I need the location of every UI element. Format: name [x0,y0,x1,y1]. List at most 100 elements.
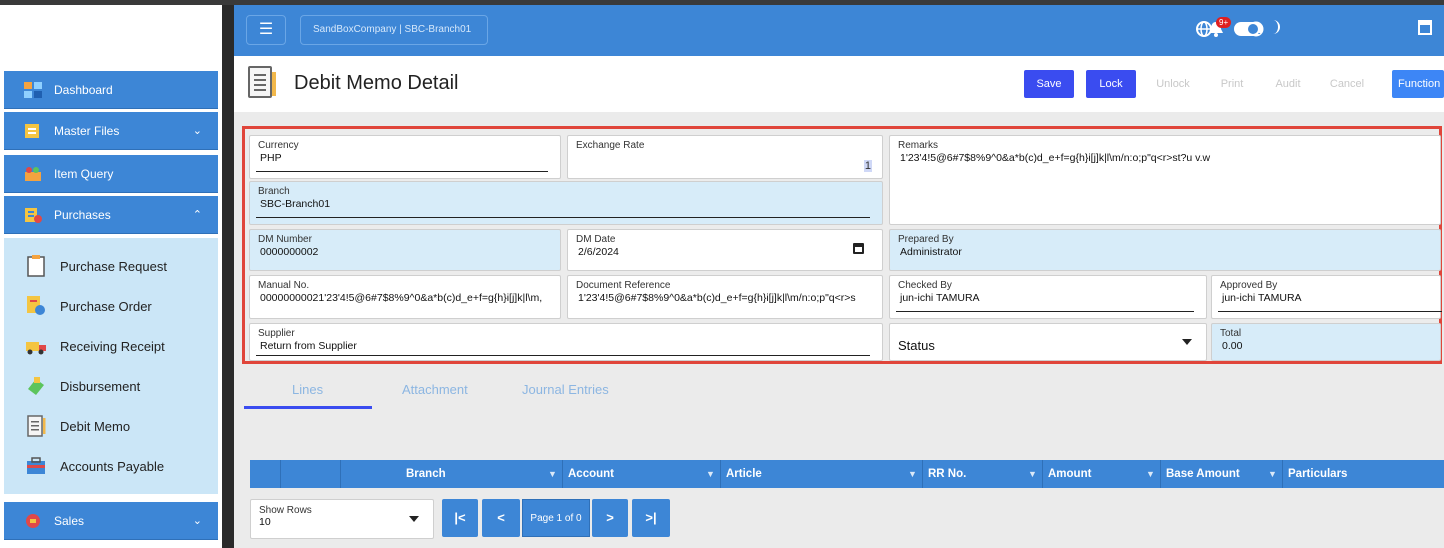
function-button[interactable]: Function [1392,70,1444,98]
tab-attachment[interactable]: Attachment [402,382,468,397]
currency-value: PHP [260,152,282,164]
filter-icon[interactable]: ▼ [1268,469,1277,479]
prepared-by-value: Administrator [900,246,962,258]
sidebar-subitem-purchase-request[interactable]: Purchase Request [4,246,218,286]
sidebar-subitem-accounts-payable[interactable]: Accounts Payable [4,446,218,486]
column-separator [340,460,341,488]
sidebar-subitem-receiving-receipt[interactable]: Receiving Receipt [4,326,218,366]
column-base-amount[interactable]: Base Amount [1166,460,1240,488]
purchase-request-icon [26,255,46,277]
sidebar-subitem-purchase-order[interactable]: Purchase Order [4,286,218,326]
theme-toggle[interactable] [1234,22,1260,36]
column-separator [922,460,923,488]
caret-down-icon [1182,339,1192,345]
sidebar-item-dashboard[interactable]: Dashboard [4,71,218,109]
lock-button[interactable]: Lock [1086,70,1136,98]
sidebar-subitem-label: Debit Memo [60,418,131,434]
field-label: Prepared By [898,234,954,245]
sidebar-item-label: Sales [54,513,85,528]
filter-icon[interactable]: ▼ [706,469,715,479]
sidebar-item-master-files[interactable]: Master Files ⌄ [4,112,218,150]
cancel-button[interactable]: Cancel [1322,70,1372,98]
top-bar: ☰ SandBoxCompany | SBC-Branch01 [234,5,1444,56]
menu-icon: ☰ [258,21,274,38]
column-separator [720,460,721,488]
lines-grid-header: Branch ▼ Account ▼ Article ▼ RR No. ▼ Am… [250,460,1444,488]
sidebar: Dashboard Master Files ⌄ Item Query Purc… [0,5,222,548]
sidebar-divider [222,5,234,548]
column-separator [1160,460,1161,488]
field-underline [256,355,870,356]
currency-field[interactable]: Currency PHP [249,135,561,179]
purchase-order-icon [26,295,46,317]
field-label: Exchange Rate [576,140,645,151]
sidebar-logo-area [0,5,222,71]
sidebar-subitem-label: Purchase Request [60,258,167,274]
tab-journal-entries[interactable]: Journal Entries [522,382,609,397]
prev-page-button[interactable]: < [482,499,520,537]
dm-date-field[interactable]: DM Date 2/6/2024 [567,229,883,271]
checked-by-value: jun-ichi TAMURA [900,292,980,304]
manual-no-field[interactable]: Manual No. 00000000021'23'4!5@6#7$8%9^0&… [249,275,561,319]
filter-icon[interactable]: ▼ [1028,469,1037,479]
field-label: Total [1220,328,1242,339]
column-rr-no[interactable]: RR No. [928,460,966,488]
moon-icon[interactable] [1268,19,1282,40]
supplier-field[interactable]: Supplier Return from Supplier [249,323,883,361]
last-page-button[interactable]: >| [632,499,670,537]
sidebar-item-label: Item Query [54,166,114,181]
sidebar-item-item-query[interactable]: Item Query [4,155,218,193]
notification-badge: 9+ [1216,17,1232,28]
show-rows-select[interactable]: Show Rows 10 [250,499,434,539]
field-label: Document Reference [576,280,671,291]
item-query-icon [24,166,42,182]
page-header: Debit Memo Detail Save Lock Unlock Print… [234,56,1444,112]
calendar-icon[interactable] [853,243,864,254]
column-particulars[interactable]: Particulars [1288,460,1347,488]
branch-field[interactable]: Branch SBC-Branch01 [249,181,883,225]
filter-icon[interactable]: ▼ [1146,469,1155,479]
page-info: Page 1 of 0 [522,499,590,537]
column-account[interactable]: Account [568,460,614,488]
approved-by-field[interactable]: Approved By jun-ichi TAMURA [1211,275,1442,319]
next-page-button[interactable]: > [592,499,628,537]
sidebar-item-sales[interactable]: Sales ⌄ [4,502,218,540]
field-label: Supplier [258,328,295,339]
filter-icon[interactable]: ▼ [548,469,557,479]
checked-by-field[interactable]: Checked By jun-ichi TAMURA [889,275,1207,319]
chevron-up-icon: ⌃ [192,209,202,221]
sidebar-subitem-disbursement[interactable]: Disbursement [4,366,218,406]
save-button[interactable]: Save [1024,70,1074,98]
company-selector[interactable]: SandBoxCompany | SBC-Branch01 [300,15,488,45]
debit-memo-form: Currency PHP Exchange Rate 1 Remarks 1'2… [242,126,1442,364]
sidebar-item-label: Dashboard [54,82,113,97]
field-label: Branch [258,186,290,197]
column-branch[interactable]: Branch [406,460,446,488]
sidebar-subitem-debit-memo[interactable]: Debit Memo [4,406,218,446]
unlock-button[interactable]: Unlock [1148,70,1198,98]
document-reference-field[interactable]: Document Reference 1'23'4!5@6#7$8%9^0&a*… [567,275,883,319]
column-article[interactable]: Article [726,460,762,488]
first-page-button[interactable]: |< [442,499,478,537]
remarks-field[interactable]: Remarks 1'23'4!5@6#7$8%9^0&a*b(c)d_e+f=g… [889,135,1441,225]
purchases-submenu: Purchase Request Purchase Order Receivin… [4,238,218,494]
field-label: Approved By [1220,280,1278,291]
detail-tabs: Lines Attachment Journal Entries [244,374,844,412]
audit-button[interactable]: Audit [1266,70,1310,98]
manual-no-value: 00000000021'23'4!5@6#7$8%9^0&a*b(c)d_e+f… [260,292,543,304]
filter-icon[interactable]: ▼ [908,469,917,479]
menu-toggle-button[interactable]: ☰ [246,15,286,45]
status-select[interactable]: Status [889,323,1207,361]
exchange-rate-field[interactable]: Exchange Rate 1 [567,135,883,179]
supplier-value: Return from Supplier [260,340,357,352]
sidebar-subitem-label: Purchase Order [60,298,152,314]
prepared-by-field: Prepared By Administrator [889,229,1441,271]
print-button[interactable]: Print [1210,70,1254,98]
sidebar-item-purchases[interactable]: Purchases ⌃ [4,196,218,234]
tab-lines[interactable]: Lines [292,382,323,397]
calendar-icon[interactable] [1418,19,1432,38]
show-rows-value: 10 [259,516,271,528]
field-label: Checked By [898,280,952,291]
column-separator [1282,460,1283,488]
column-amount[interactable]: Amount [1048,460,1091,488]
